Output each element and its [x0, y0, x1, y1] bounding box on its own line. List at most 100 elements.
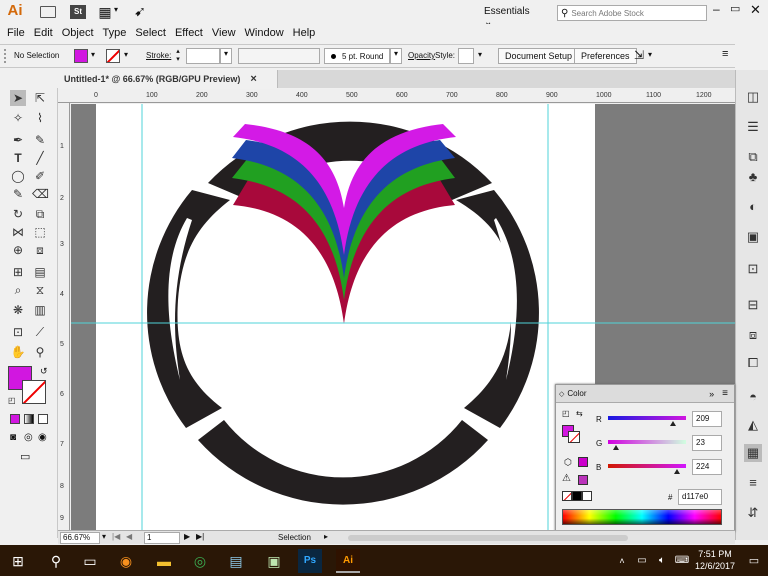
illustrator-icon[interactable]: Ai	[336, 549, 360, 573]
default-colors-icon[interactable]: ◰	[8, 396, 16, 405]
r-value-field[interactable]: 209	[692, 411, 722, 427]
slice-tool-icon[interactable]: ⟋	[32, 324, 48, 340]
align-panel-icon[interactable]: ⊟	[744, 296, 762, 314]
screen-mode-icon[interactable]: ▭	[20, 450, 30, 463]
prev-artboard-icon[interactable]: ◀	[126, 532, 132, 541]
minimize-button[interactable]: –	[713, 2, 727, 16]
lasso-tool-icon[interactable]: ⌇	[32, 110, 48, 126]
stroke-panel-icon[interactable]: ≡	[744, 474, 762, 492]
horizontal-scrollbar[interactable]	[348, 535, 628, 541]
color-guide-icon[interactable]: ◭	[744, 416, 762, 434]
default-icon[interactable]: ◰	[562, 409, 570, 418]
task-view-icon[interactable]: ▭	[78, 549, 102, 573]
menu-file[interactable]: File	[7, 27, 25, 39]
panel-menu-icon[interactable]: ≡	[722, 48, 728, 60]
firefox-icon[interactable]: ◉	[114, 549, 138, 573]
out-of-web-gamut-icon[interactable]: ⬡	[564, 457, 572, 468]
chevron-down-icon[interactable]: ▾	[648, 50, 652, 59]
none-swatch[interactable]	[562, 491, 572, 501]
ring-bottom-arc[interactable]	[198, 420, 488, 505]
type-tool-icon[interactable]: T	[10, 150, 26, 166]
artboard-tool-icon[interactable]: ⊡	[10, 324, 26, 340]
horizontal-ruler[interactable]: 0 100 200 300 400 500 600 700 800 900 10…	[58, 89, 735, 103]
draw-behind-icon[interactable]: ◎	[24, 432, 33, 443]
vertical-ruler[interactable]: 1 2 3 4 5 6 7 8 9	[58, 103, 70, 530]
panel-menu-icon[interactable]: ≡	[722, 388, 728, 399]
document-setup-button[interactable]: Document Setup	[498, 48, 580, 64]
blend-tool-icon[interactable]: ⧖	[32, 282, 48, 298]
symbol-sprayer-tool-icon[interactable]: ❋	[10, 302, 26, 318]
selection-tool-icon[interactable]: ➤	[10, 90, 26, 106]
gradient-tool-icon[interactable]: ▤	[32, 264, 48, 280]
pen-tool-icon[interactable]: ✒	[10, 132, 26, 148]
r-slider-thumb[interactable]	[670, 421, 676, 426]
double-chevron-icon[interactable]: »	[709, 389, 714, 399]
preferences-button[interactable]: Preferences	[574, 48, 637, 64]
variable-width-dropdown[interactable]	[238, 48, 320, 64]
chevron-down-icon[interactable]: ▾	[91, 50, 95, 59]
opacity-label[interactable]: Opacity	[408, 51, 435, 60]
web-safe-swatch[interactable]	[578, 457, 588, 467]
folder-icon[interactable]	[40, 6, 56, 18]
curvature-tool-icon[interactable]: ✎	[32, 132, 48, 148]
file-explorer-icon[interactable]: ▬	[152, 549, 176, 573]
color-mode-button[interactable]	[10, 414, 20, 424]
stroke-color-box[interactable]	[22, 380, 46, 404]
notepad-icon[interactable]: ▤	[224, 549, 248, 573]
notifications-icon[interactable]: ▭	[742, 549, 766, 573]
color-spectrum-bar[interactable]	[562, 509, 722, 525]
width-tool-icon[interactable]: ⋈	[10, 224, 26, 240]
shaper-tool-icon[interactable]: ✎	[10, 186, 26, 202]
draw-normal-icon[interactable]: ◙	[10, 432, 16, 443]
menu-view[interactable]: View	[212, 27, 236, 39]
color-panel-icon[interactable]: ◓	[744, 388, 762, 406]
app-icon[interactable]: ▣	[262, 549, 286, 573]
scale-tool-icon[interactable]: ⧉	[32, 206, 48, 222]
in-gamut-swatch[interactable]	[578, 475, 588, 485]
mesh-tool-icon[interactable]: ⊞	[10, 264, 26, 280]
menu-edit[interactable]: Edit	[34, 27, 53, 39]
appearance-icon[interactable]: ◐	[744, 198, 762, 216]
menu-object[interactable]: Object	[62, 27, 94, 39]
g-slider[interactable]	[608, 440, 686, 444]
none-mode-button[interactable]	[38, 414, 48, 424]
menu-help[interactable]: Help	[293, 27, 316, 39]
eraser-tool-icon[interactable]: ⌫	[32, 186, 49, 202]
direct-selection-tool-icon[interactable]: ⇱	[32, 90, 48, 106]
search-icon[interactable]: ⚲	[44, 549, 68, 573]
stroke-weight-dropdown[interactable]: ▾	[220, 48, 232, 64]
menu-select[interactable]: Select	[135, 27, 166, 39]
search-field[interactable]: ⚲ Search Adobe Stock	[557, 5, 707, 21]
eyedropper-tool-icon[interactable]: ⌕	[10, 282, 26, 298]
stroke-label[interactable]: Stroke:	[146, 51, 171, 60]
free-transform-tool-icon[interactable]: ⬚	[32, 224, 48, 240]
draw-inside-icon[interactable]: ◉	[38, 432, 47, 443]
windows-start-icon[interactable]: ⊞	[6, 549, 30, 573]
white-swatch[interactable]	[582, 491, 592, 501]
rotate-tool-icon[interactable]: ↻	[10, 206, 26, 222]
chevron-down-icon[interactable]: ▾	[114, 5, 122, 14]
g-slider-thumb[interactable]	[613, 445, 619, 450]
column-graph-tool-icon[interactable]: ▥	[32, 302, 48, 318]
b-value-field[interactable]: 224	[692, 459, 722, 475]
clock[interactable]: 7:51 PM 12/6/2017	[692, 548, 738, 572]
menu-type[interactable]: Type	[103, 27, 127, 39]
zoom-dropdown-icon[interactable]: ▾	[102, 532, 106, 541]
fill-swatch[interactable]	[74, 49, 88, 63]
transparency-icon[interactable]: ▣	[744, 228, 762, 246]
line-tool-icon[interactable]: ╱	[32, 150, 48, 166]
menu-effect[interactable]: Effect	[175, 27, 203, 39]
close-tab-icon[interactable]: ×	[250, 73, 256, 85]
last-artboard-icon[interactable]: ▶|	[196, 532, 204, 541]
symbols-icon[interactable]: ♣	[744, 168, 762, 186]
hex-value-field[interactable]: d117e0	[678, 489, 722, 505]
align-icon[interactable]: ⇲	[634, 48, 644, 62]
layers-icon[interactable]: ☰	[744, 118, 762, 136]
magic-wand-tool-icon[interactable]: ✧	[10, 110, 26, 126]
chrome-icon[interactable]: ◎	[188, 549, 212, 573]
g-value-field[interactable]: 23	[692, 435, 722, 451]
brush-dropdown-arrow[interactable]: ▾	[390, 48, 402, 64]
gpu-rocket-icon[interactable]: ➹	[132, 3, 148, 19]
close-button[interactable]: ✕	[750, 2, 764, 18]
swap-colors-icon[interactable]: ↺	[40, 366, 48, 377]
